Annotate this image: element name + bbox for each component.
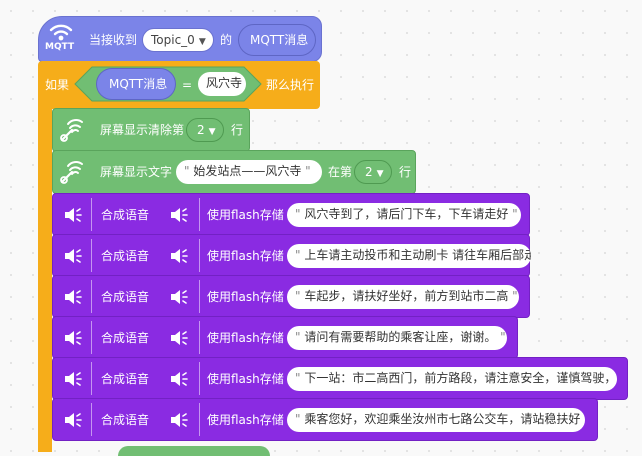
show-text-line-dropdown[interactable]: 2 ▼ <box>354 160 392 184</box>
block-divider <box>199 403 200 436</box>
tts-block[interactable]: 合成语音 使用flash存储 " 请问有需要帮助的乘客让座，谢谢。 " <box>52 316 518 359</box>
tts-text-value: 请问有需要帮助的乘客让座，谢谢。 <box>304 330 497 344</box>
speaker-icon <box>168 410 190 430</box>
clear-line-suffix: 行 <box>231 123 244 137</box>
tts-text-value: 车起步，请扶好坐好，前方到站市二高 <box>304 289 509 303</box>
next-block-partial[interactable] <box>118 446 270 456</box>
equals-operator: = <box>182 78 193 92</box>
chevron-down-icon: ▼ <box>376 169 384 179</box>
tts-text-input[interactable]: " 车起步，请扶好坐好，前方到站市二高 " <box>287 285 519 309</box>
speaker-icon <box>62 287 84 307</box>
tts-text-input[interactable]: " 请问有需要帮助的乘客让座，谢谢。 " <box>287 326 507 350</box>
tts-text-input[interactable]: " 风穴寺到了，请后门下车，下车请走好 " <box>287 203 521 227</box>
speaker-icon <box>62 205 84 225</box>
flash-storage-label: 使用flash存储 <box>207 413 284 427</box>
tts-block[interactable]: 合成语音 使用flash存储" 乘客您好，欢迎乘坐汝州市七路公交车，请站稳扶好 " <box>52 398 598 441</box>
condition-value-text: 风穴寺 <box>206 76 243 90</box>
condition-mqtt-message-reporter[interactable]: MQTT消息 <box>96 68 176 100</box>
block-divider <box>91 362 92 395</box>
mqtt-message-reporter[interactable]: MQTT消息 <box>238 24 316 56</box>
flash-storage-label: 使用flash存储 <box>207 331 284 345</box>
tts-label: 合成语音 <box>101 208 150 222</box>
clear-line-number-dropdown[interactable]: 2 ▼ <box>186 118 224 142</box>
show-text-line-number: 2 <box>365 165 373 179</box>
topic-dropdown-value: Topic_0 <box>151 33 195 47</box>
block-divider <box>91 198 92 231</box>
speaker-icon <box>168 205 190 225</box>
if-block-c-arm <box>38 100 52 452</box>
block-divider <box>91 280 92 313</box>
hat-when-label: 当接收到 <box>89 33 138 47</box>
tts-label: 合成语音 <box>101 290 150 304</box>
tts-text-input[interactable]: " 上车请主动投币和主动刷卡 请往车厢后部走 " <box>287 244 531 268</box>
speaker-icon <box>62 246 84 266</box>
block-divider <box>199 362 200 395</box>
speaker-icon <box>62 410 84 430</box>
block-divider <box>91 239 92 272</box>
tts-block[interactable]: 合成语音 使用flash存储 " 车起步，请扶好坐好，前方到站市二高 " <box>52 275 530 318</box>
show-text-value: 始发站点——风穴寺 <box>193 164 302 178</box>
mqtt-message-reporter-label: MQTT消息 <box>250 33 309 47</box>
tts-text-value: 乘客您好，欢迎乘坐汝州市七路公交车，请站稳扶好 <box>304 412 581 426</box>
speaker-icon <box>168 246 190 266</box>
then-label: 那么执行 <box>266 78 315 92</box>
tts-label: 合成语音 <box>101 249 150 263</box>
tts-text-value: 下一站：市二高西门，前方路段，请注意安全，谨慎驾驶， <box>304 371 617 385</box>
flash-storage-label: 使用flash存储 <box>207 208 284 222</box>
speaker-icon <box>168 328 190 348</box>
block-divider <box>199 321 200 354</box>
speaker-icon <box>168 287 190 307</box>
show-text-at-label: 在第 <box>328 165 353 179</box>
tts-text-value: 上车请主动投币和主动刷卡 请往车厢后部走 <box>304 248 531 262</box>
chevron-down-icon: ▼ <box>208 127 216 137</box>
flash-storage-label: 使用flash存储 <box>207 290 284 304</box>
tts-text-input[interactable]: " 乘客您好，欢迎乘坐汝州市七路公交车，请站稳扶好 " <box>287 408 585 432</box>
show-text-input[interactable]: " 始发站点——风穴寺 " <box>176 160 322 184</box>
block-divider <box>199 239 200 272</box>
block-divider <box>91 321 92 354</box>
block-divider <box>199 198 200 231</box>
topic-dropdown[interactable]: Topic_0 ▼ <box>142 28 214 52</box>
show-text-label: 屏幕显示文字 <box>100 165 173 179</box>
clear-line-number: 2 <box>197 123 205 137</box>
if-label: 如果 <box>45 78 70 92</box>
tts-block[interactable]: 合成语音 使用flash存储 " 风穴寺到了，请后门下车，下车请走好 " <box>52 193 530 236</box>
tts-label: 合成语音 <box>101 372 150 386</box>
condition-value-input[interactable]: 风穴寺 <box>198 72 246 96</box>
wifi-icon <box>48 22 74 42</box>
show-text-suffix: 行 <box>399 165 412 179</box>
clear-line-label: 屏幕显示清除第 <box>100 123 185 137</box>
flash-storage-label: 使用flash存储 <box>207 372 284 386</box>
block-divider <box>91 403 92 436</box>
tts-label: 合成语音 <box>101 331 150 345</box>
chevron-down-icon: ▼ <box>198 37 206 47</box>
flash-storage-label: 使用flash存储 <box>207 249 284 263</box>
tts-block[interactable]: 合成语音 使用flash存储" 上车请主动投币和主动刷卡 请往车厢后部走 " <box>52 234 531 277</box>
condition-reporter-label: MQTT消息 <box>109 77 168 91</box>
speaker-icon <box>62 328 84 348</box>
tts-label: 合成语音 <box>101 413 150 427</box>
tts-text-value: 风穴寺到了，请后门下车，下车请走好 <box>304 207 509 221</box>
speaker-icon <box>168 369 190 389</box>
screen-display-icon <box>58 160 88 186</box>
mqtt-icon-caption: MQTT <box>45 42 75 52</box>
block-divider <box>199 280 200 313</box>
hat-of-label: 的 <box>220 33 233 47</box>
speaker-icon <box>62 369 84 389</box>
screen-display-icon <box>58 118 88 144</box>
tts-text-input[interactable]: " 下一站：市二高西门，前方路段，请注意安全，谨慎驾驶， " <box>287 367 617 391</box>
tts-block[interactable]: 合成语音 使用flash存储 " 下一站：市二高西门，前方路段，请注意安全，谨慎驾驶… <box>52 357 628 400</box>
